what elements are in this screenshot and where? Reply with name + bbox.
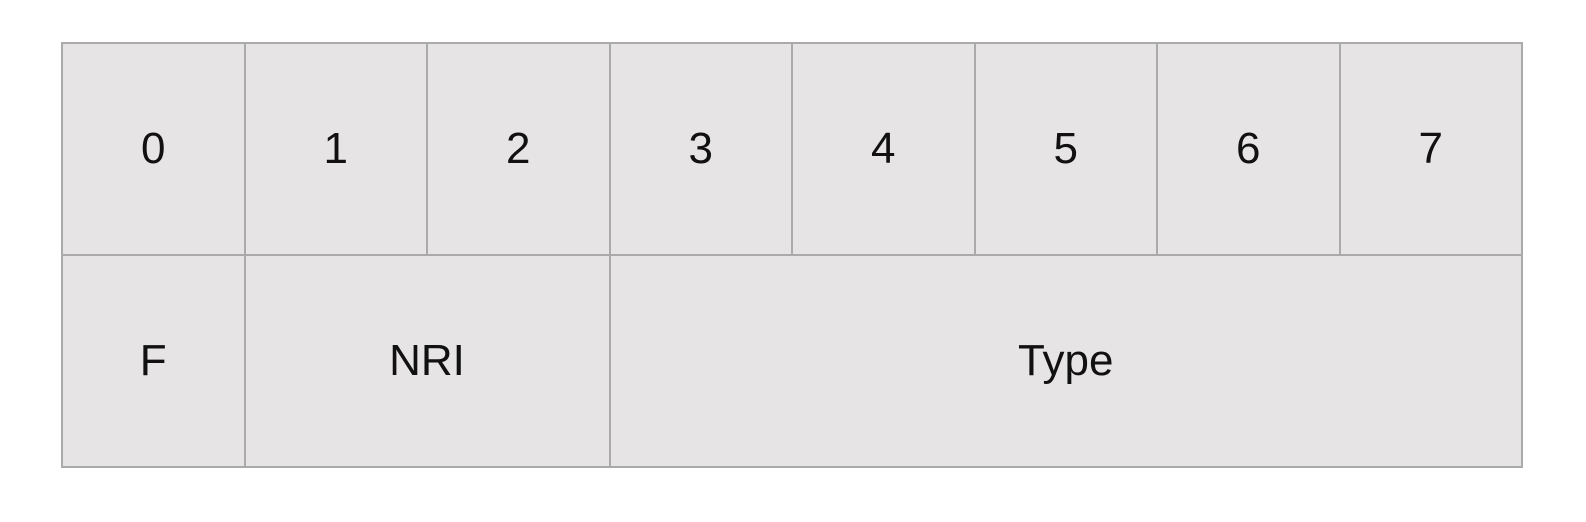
bit-number-cell: 1 <box>243 42 428 256</box>
bit-number-cell: 0 <box>61 42 246 256</box>
bit-number-cell: 7 <box>1338 42 1523 256</box>
field-nri-cell: NRI <box>243 254 611 468</box>
bit-number-cell: 6 <box>1156 42 1341 256</box>
bit-number-row: 0 1 2 3 4 5 6 7 <box>61 42 1523 256</box>
bit-number-cell: 4 <box>791 42 976 256</box>
bit-number-cell: 3 <box>608 42 793 256</box>
field-f-cell: F <box>61 254 246 468</box>
bit-number-cell: 2 <box>426 42 611 256</box>
field-type-cell: Type <box>608 254 1523 468</box>
nal-header-bit-diagram: 0 1 2 3 4 5 6 7 F NRI Type <box>61 42 1523 468</box>
field-row: F NRI Type <box>61 254 1523 468</box>
bit-number-cell: 5 <box>973 42 1158 256</box>
